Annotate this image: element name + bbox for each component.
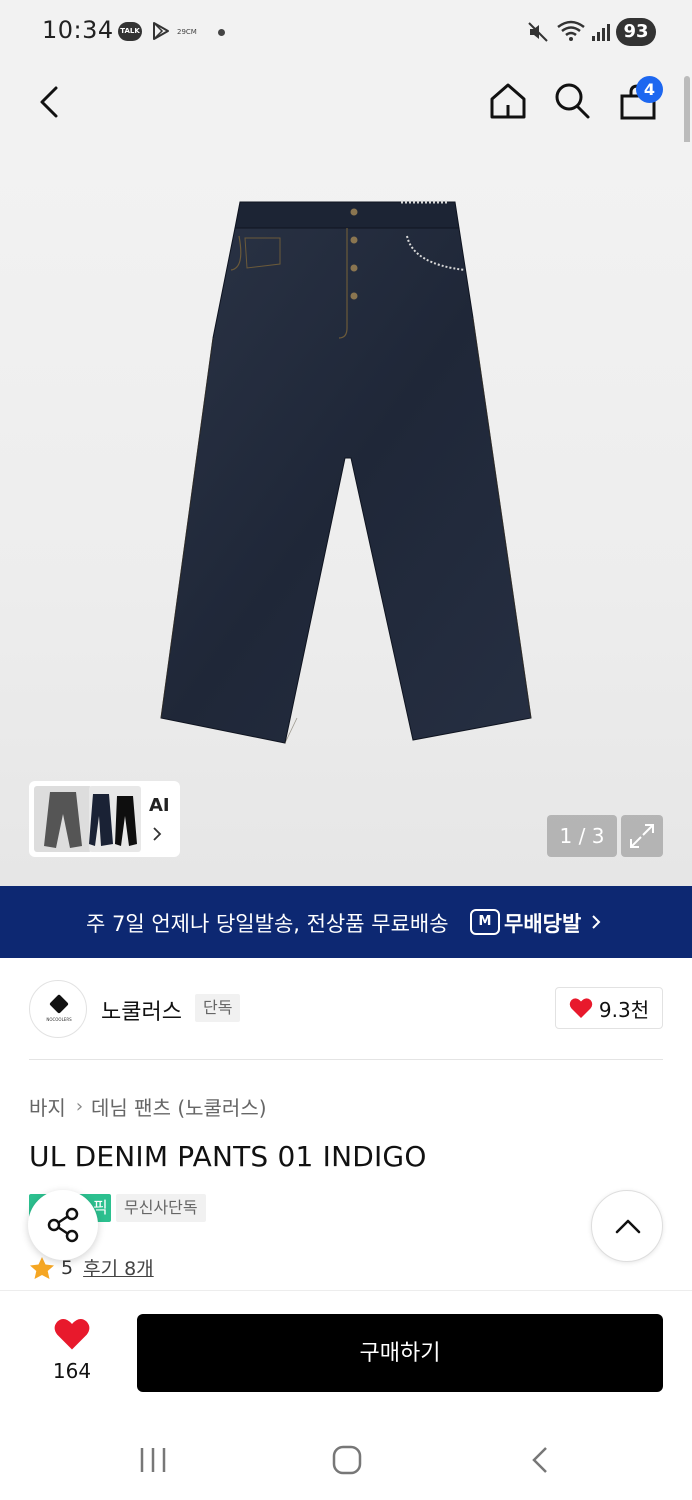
heart-icon: [54, 1319, 90, 1350]
breadcrumb: 바지 › 데님 팬츠 (노쿨러스): [29, 1092, 267, 1121]
brand-row[interactable]: NOCOOLERS 노쿨러스 단독 9.3천: [0, 958, 692, 1060]
expand-icon: [630, 824, 654, 848]
musinsa-exclusive-tag: 무신사단독: [116, 1194, 206, 1222]
home-nav-icon[interactable]: [331, 1444, 363, 1476]
bottom-action-bar: 164 구매하기: [0, 1290, 692, 1420]
back-icon[interactable]: [30, 80, 70, 124]
heart-icon: [569, 998, 593, 1018]
brand-name[interactable]: 노쿨러스: [101, 994, 182, 1026]
breadcrumb-subcategory[interactable]: 데님 팬츠 (노쿨러스): [91, 1092, 267, 1121]
product-title: UL DENIM PANTS 01 INDIGO: [29, 1140, 427, 1173]
signal-icon: [592, 24, 610, 41]
product-image[interactable]: [155, 198, 540, 748]
color-options-card[interactable]: AI: [29, 781, 180, 857]
notification-dot-icon: [218, 29, 225, 36]
breadcrumb-category[interactable]: 바지: [29, 1092, 66, 1121]
buy-button[interactable]: 구매하기: [137, 1314, 663, 1392]
recent-apps-icon[interactable]: [138, 1446, 168, 1474]
delivery-truck-icon: M: [470, 909, 500, 935]
app-header: [0, 62, 692, 142]
brand-logo-mark: [49, 994, 69, 1014]
share-icon: [47, 1207, 79, 1243]
chevron-right-icon: ›: [75, 1096, 84, 1117]
banner-brand-label: 무배당발: [504, 912, 582, 936]
back-nav-icon[interactable]: [528, 1444, 552, 1476]
expand-button[interactable]: [621, 815, 663, 857]
exclusive-tag: 단독: [195, 994, 241, 1022]
ai-label: AI: [149, 795, 170, 816]
chevron-right-icon: [153, 827, 162, 841]
thumbnail-gray-pants[interactable]: [34, 786, 92, 852]
play-store-icon: [153, 22, 169, 40]
status-time: 10:34: [42, 16, 114, 44]
scroll-to-top-button[interactable]: [591, 1190, 663, 1262]
cart-count-badge: 4: [636, 76, 663, 103]
like-product-button[interactable]: 164: [40, 1317, 104, 1383]
product-gallery[interactable]: AI 1 / 3: [0, 142, 692, 886]
wifi-icon: [557, 20, 585, 41]
cm-app-label: 29CM: [177, 28, 197, 36]
chevron-right-icon: [592, 915, 601, 929]
home-icon[interactable]: [486, 79, 530, 123]
page-indicator: 1 / 3: [547, 815, 617, 857]
brand-logo-text: NOCOOLERS: [46, 1017, 72, 1022]
delivery-banner[interactable]: 주 7일 언제나 당일발송, 전상품 무료배송 M 무배당발: [0, 886, 692, 958]
battery-indicator: 93: [616, 18, 656, 46]
thumbnail-dark-pants[interactable]: [89, 786, 141, 852]
chevron-up-icon: [615, 1219, 641, 1234]
mute-icon: [528, 22, 548, 42]
divider: [29, 1059, 663, 1060]
banner-brand: M 무배당발: [470, 908, 581, 938]
share-button[interactable]: [28, 1190, 98, 1260]
brand-like-count: 9.3천: [598, 997, 650, 1022]
search-icon[interactable]: [552, 80, 592, 122]
banner-text: 주 7일 언제나 당일발송, 전상품 무료배송: [86, 912, 449, 936]
like-brand-button[interactable]: 9.3천: [555, 987, 663, 1029]
brand-logo[interactable]: NOCOOLERS: [29, 980, 87, 1038]
kakaotalk-icon: TALK: [118, 22, 142, 41]
system-nav-bar: [0, 1420, 692, 1500]
status-bar: 10:34 TALK 29CM 93: [0, 0, 692, 62]
product-like-count: 164: [52, 1359, 92, 1383]
